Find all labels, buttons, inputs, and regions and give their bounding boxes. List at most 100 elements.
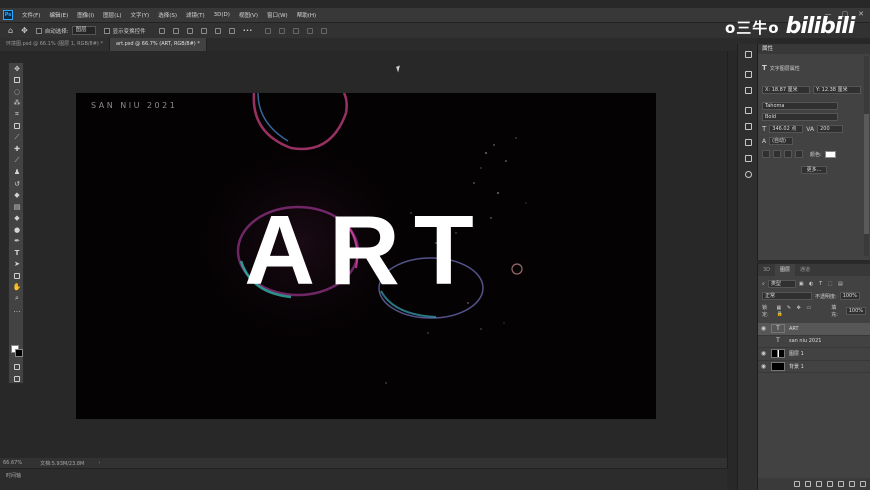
align-left-button[interactable] [762,150,770,158]
more-button[interactable]: 更多... [800,166,828,174]
status-menu-arrow-icon[interactable]: › [98,460,100,466]
close-button[interactable]: ✕ [858,10,864,18]
timeline-label[interactable]: 时间轴 [6,473,21,479]
new-group-icon[interactable] [838,481,844,487]
align-middle-icon[interactable] [214,27,221,34]
auto-select-dropdown[interactable]: 图层 [71,26,96,35]
properties-scroll-thumb[interactable] [864,114,869,234]
marquee-tool-icon[interactable] [9,75,25,87]
frame-tool-icon[interactable] [9,121,25,133]
lasso-tool-icon[interactable]: ◌ [9,86,25,98]
adjustments-icon[interactable] [738,82,758,98]
zoom-tool-icon[interactable]: ⌕ [9,293,25,305]
healing-brush-icon[interactable]: ✚ [9,144,25,156]
menu-filter[interactable]: 滤镜(T) [186,11,205,19]
x-position-field[interactable]: X: 18.87 厘米 [762,86,810,94]
document-canvas[interactable]: SAN NIU 2021 ART [76,93,656,419]
tab-channels[interactable]: 通道 [795,264,815,276]
magic-wand-icon[interactable]: ⁂ [9,98,25,110]
type-tool-icon[interactable]: T [9,247,25,259]
vertical-scrollbar[interactable] [727,51,737,468]
tracking-field[interactable]: 200 [817,125,844,133]
fx-icon[interactable] [805,481,811,487]
glyphs-panel-icon[interactable] [738,134,758,150]
font-size-field[interactable]: 346.02 点 [769,125,804,133]
rectangle-tool-icon[interactable] [9,270,25,282]
eraser-icon[interactable]: ◆ [9,190,25,202]
font-family-dropdown[interactable]: Tahoma [762,102,838,110]
y-position-field[interactable]: Y: 12.38 厘米 [813,86,861,94]
menu-type[interactable]: 文字(Y) [131,11,150,19]
visibility-eye-icon[interactable]: ◉ [758,350,769,357]
history-brush-icon[interactable]: ↺ [9,178,25,190]
layer-row-art[interactable]: ◉ T ART [758,323,870,336]
align-right-icon[interactable] [186,27,193,34]
menu-3d[interactable]: 3D(D) [214,12,230,18]
pen-tool-icon[interactable]: ✒ [9,236,25,248]
cloud-panel-icon[interactable] [738,166,758,182]
link-layers-icon[interactable] [794,481,800,487]
screen-mode-icon[interactable] [9,373,25,385]
layer-row-background[interactable]: ◉ 背景 1 [758,361,870,373]
delete-layer-icon[interactable] [860,481,866,487]
tab-3d[interactable]: 3D [758,264,775,276]
layer-name[interactable]: 图层 1 [789,350,804,357]
tab-art[interactable]: art.psd @ 66.7% (ART, RGB/8#) * [109,38,207,51]
move-tool-icon[interactable]: ✥ [21,26,28,35]
leading-field[interactable]: (自动) [769,137,794,145]
menu-layer[interactable]: 图层(L) [103,11,121,19]
character-panel-icon[interactable] [738,118,758,134]
crop-tool-icon[interactable]: ⌗ [9,109,25,121]
tools-preset-icon[interactable] [738,150,758,166]
3d-pan-icon[interactable] [293,27,300,34]
menu-window[interactable]: 窗口(W) [267,11,288,19]
path-select-icon[interactable]: ➤ [9,259,25,271]
opacity-field[interactable]: 100% [839,292,860,300]
layer-name[interactable]: 背景 1 [789,363,804,370]
new-layer-icon[interactable] [849,481,855,487]
stamp-tool-icon[interactable]: ♟ [9,167,25,179]
menu-file[interactable]: 文件(F) [22,11,40,19]
text-color-swatch[interactable] [824,150,836,158]
more-options-button[interactable]: ••• [243,28,253,34]
blend-mode-dropdown[interactable]: 正常 [762,292,812,300]
eyedropper-icon[interactable]: ⟋ [9,132,25,144]
align-left-icon[interactable] [158,27,165,34]
art-headline-text[interactable]: ART [76,200,656,300]
align-center-icon[interactable] [172,27,179,34]
visibility-eye-icon[interactable]: ◉ [758,363,769,370]
tab-environment[interactable]: 环境图.psd @ 66.1% (图层 1, RGB/8#) * [0,38,110,51]
more-tools-icon[interactable]: … [9,305,25,317]
visibility-eye-icon[interactable]: ◉ [758,325,769,332]
lock-icons[interactable]: ▦ ✎ ✥ ▭ 🔒 [777,305,825,317]
dodge-tool-icon[interactable]: ● [9,224,25,236]
zoom-level[interactable]: 66.67% [3,460,22,466]
align-center-button[interactable] [773,150,781,158]
canvas-area[interactable]: SAN NIU 2021 ART [27,51,727,458]
menu-select[interactable]: 选择(S) [158,11,177,19]
adjustment-layer-icon[interactable] [827,481,833,487]
show-transform-checkbox[interactable] [103,27,110,34]
background-color-swatch[interactable] [15,349,23,357]
brush-settings-icon[interactable] [738,66,758,82]
properties-title[interactable]: 属性 [758,44,870,54]
paragraph-panel-icon[interactable] [738,102,758,118]
3d-slide-icon[interactable] [307,27,314,34]
3d-orbit-icon[interactable] [265,27,272,34]
align-bottom-icon[interactable] [228,27,235,34]
history-panel-icon[interactable] [738,46,758,62]
brush-tool-icon[interactable]: ⟋ [9,155,25,167]
layer-filter-dropdown[interactable]: 类型 [767,280,796,288]
quick-mask-icon[interactable] [9,361,25,373]
3d-scale-icon[interactable] [321,27,328,34]
tab-layers[interactable]: 图层 [775,264,796,276]
menu-edit[interactable]: 编辑(E) [49,11,68,19]
layer-row-layer1[interactable]: ◉ 图层 1 [758,348,870,361]
add-mask-icon[interactable] [816,481,822,487]
justify-button[interactable] [795,150,803,158]
fill-field[interactable]: 100% [845,307,867,315]
move-tool-icon[interactable]: ✥ [9,63,25,75]
gradient-tool-icon[interactable]: ▤ [9,201,25,213]
layer-name[interactable]: ART [789,326,799,332]
font-style-dropdown[interactable]: Bold [762,113,838,121]
